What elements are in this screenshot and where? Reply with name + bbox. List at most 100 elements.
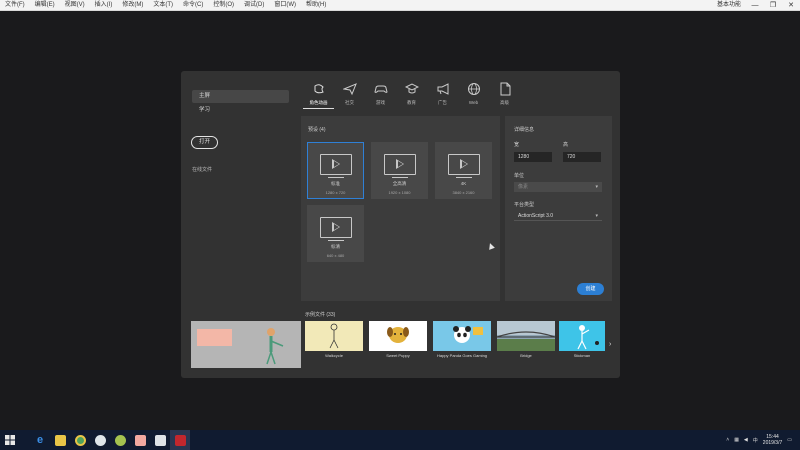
thumb-name: Happy Panda Goes Gaming bbox=[436, 353, 488, 358]
taskbar-app-2[interactable] bbox=[110, 430, 130, 450]
taskbar-app-3[interactable] bbox=[130, 430, 150, 450]
taskbar-app-4[interactable] bbox=[150, 430, 170, 450]
network-icon[interactable]: ▦ bbox=[734, 437, 739, 443]
minimize-button[interactable]: — bbox=[746, 2, 764, 9]
tab-web[interactable]: Web bbox=[458, 79, 489, 109]
taskbar-animate[interactable] bbox=[170, 430, 190, 450]
menu-debug[interactable]: 调试(D) bbox=[239, 0, 269, 11]
sample-thumb-walkcycle[interactable]: Walkcycle bbox=[305, 321, 363, 366]
preset-card-4k[interactable]: 4K 3840 x 2160 bbox=[435, 142, 492, 199]
stick-figure-illustration bbox=[329, 323, 339, 349]
category-tabs: 角色动画 社交 游戏 教育 广告 Web 高级 bbox=[303, 79, 520, 109]
taskbar-explorer[interactable] bbox=[50, 430, 70, 450]
tab-label: 广告 bbox=[438, 100, 447, 105]
notification-icon[interactable]: ▭ bbox=[787, 437, 792, 443]
taskbar-chrome[interactable] bbox=[70, 430, 90, 450]
chevron-right-icon[interactable]: › bbox=[609, 341, 611, 348]
bridge-illustration bbox=[496, 321, 556, 351]
thumb-name: Stickman bbox=[573, 353, 591, 358]
tab-education[interactable]: 教育 bbox=[396, 79, 427, 109]
app-icon bbox=[114, 434, 126, 446]
preset-card-sd[interactable]: 标清 640 x 480 bbox=[307, 205, 364, 262]
menu-help[interactable]: 帮助(H) bbox=[301, 0, 331, 11]
create-button[interactable]: 创建 bbox=[577, 283, 604, 295]
menu-edit[interactable]: 编辑(E) bbox=[30, 0, 60, 11]
restore-button[interactable]: ❐ bbox=[764, 1, 782, 9]
panda-illustration bbox=[453, 326, 483, 343]
sample-files-title: 示例文件 (33) bbox=[305, 312, 336, 318]
chevron-down-icon: ▾ bbox=[595, 213, 598, 219]
height-input[interactable]: 720 bbox=[563, 152, 601, 162]
monitor-icon bbox=[384, 154, 416, 178]
sample-thumb-bridge[interactable]: Bridge bbox=[496, 321, 556, 366]
graduation-cap-icon bbox=[404, 83, 419, 94]
animate-app-icon bbox=[174, 434, 186, 446]
menu-modify[interactable]: 修改(M) bbox=[117, 0, 148, 11]
menu-commands[interactable]: 命令(C) bbox=[178, 0, 208, 11]
tab-advertising[interactable]: 广告 bbox=[427, 79, 458, 109]
menu-control[interactable]: 控制(O) bbox=[208, 0, 239, 11]
thumb-name: Sweet Puppy bbox=[386, 353, 410, 358]
system-tray: ˄ ▦ ◀ 中 15:44 2019/3/7 ▭ bbox=[726, 430, 792, 450]
close-button[interactable]: ✕ bbox=[782, 1, 800, 9]
tab-label: 游戏 bbox=[376, 100, 385, 105]
tab-social[interactable]: 社交 bbox=[334, 79, 365, 109]
thumb-name: Bridge bbox=[520, 353, 532, 358]
start-button[interactable] bbox=[0, 430, 20, 450]
preset-name: 标准 bbox=[331, 181, 340, 186]
thumb-name: Walkcycle bbox=[325, 353, 343, 358]
thumb-image bbox=[369, 321, 427, 351]
preset-card-full-hd[interactable]: 全高清 1920 x 1080 bbox=[371, 142, 428, 199]
app-icon bbox=[134, 434, 146, 446]
platform-select[interactable]: ActionScript 3.0 ▾ bbox=[514, 211, 602, 221]
preset-size: 640 x 480 bbox=[326, 253, 345, 258]
character-animation-icon bbox=[314, 84, 324, 94]
edge-browser-icon: e bbox=[36, 434, 44, 446]
menu-view[interactable]: 视图(V) bbox=[60, 0, 90, 11]
preset-name: 标清 bbox=[331, 244, 340, 249]
presets-title: 预设 (4) bbox=[308, 127, 326, 133]
menu-text[interactable]: 文本(T) bbox=[148, 0, 178, 11]
megaphone-icon bbox=[437, 83, 448, 95]
workspace-switcher[interactable]: 基本功能 bbox=[712, 0, 746, 11]
units-value: 像素 bbox=[518, 184, 529, 190]
preset-card-standard[interactable]: 标准 1280 x 720 bbox=[307, 142, 364, 199]
units-select[interactable]: 像素 ▾ bbox=[514, 182, 602, 192]
monitor-icon bbox=[320, 154, 352, 178]
width-input[interactable]: 1280 bbox=[514, 152, 552, 162]
app-icon bbox=[94, 434, 106, 446]
taskbar-edge[interactable]: e bbox=[30, 430, 50, 450]
preset-size: 1920 x 1080 bbox=[388, 190, 411, 195]
gamepad-icon bbox=[373, 85, 388, 93]
taskbar-app-1[interactable] bbox=[90, 430, 110, 450]
chevron-down-icon: ▾ bbox=[595, 184, 598, 190]
menu-bar: 文件(F) 编辑(E) 视图(V) 插入(I) 修改(M) 文本(T) 命令(C… bbox=[0, 0, 800, 11]
sample-thumb-happy-panda[interactable]: Happy Panda Goes Gaming bbox=[433, 321, 491, 366]
tab-label: 社交 bbox=[345, 100, 354, 105]
chevron-up-icon[interactable]: ˄ bbox=[726, 437, 729, 443]
sidebar-item-learn[interactable]: 学习 bbox=[192, 104, 289, 117]
tab-advanced[interactable]: 高级 bbox=[489, 79, 520, 109]
menu-file[interactable]: 文件(F) bbox=[0, 0, 30, 11]
sidebar-item-home[interactable]: 主屏 bbox=[192, 90, 289, 103]
tab-games[interactable]: 游戏 bbox=[365, 79, 396, 109]
presets-panel: 预设 (4) 标准 1280 x 720 全高清 1920 x 1080 4K … bbox=[301, 116, 500, 301]
ime-indicator[interactable]: 中 bbox=[753, 437, 758, 444]
menu-insert[interactable]: 插入(I) bbox=[90, 0, 118, 11]
tab-label: 教育 bbox=[407, 100, 416, 105]
clock[interactable]: 15:44 2019/3/7 bbox=[763, 434, 782, 446]
app-icon bbox=[154, 434, 166, 446]
tab-character-animation[interactable]: 角色动画 bbox=[303, 79, 334, 109]
chrome-icon bbox=[74, 434, 86, 446]
promo-banner[interactable] bbox=[191, 321, 301, 368]
thumb-image bbox=[496, 321, 556, 351]
monitor-icon bbox=[320, 217, 352, 241]
menu-window[interactable]: 窗口(W) bbox=[269, 0, 301, 11]
volume-icon[interactable]: ◀ bbox=[744, 437, 748, 443]
preset-name: 4K bbox=[460, 181, 467, 186]
open-button[interactable]: 打开 bbox=[191, 136, 218, 149]
sample-thumb-sweet-puppy[interactable]: Sweet Puppy bbox=[369, 321, 427, 366]
sidebar-recent-label[interactable]: 在线文件 bbox=[192, 166, 212, 173]
dialog-sidebar: 主屏 学习 打开 在线文件 bbox=[181, 71, 301, 311]
tab-label: 高级 bbox=[500, 100, 509, 105]
